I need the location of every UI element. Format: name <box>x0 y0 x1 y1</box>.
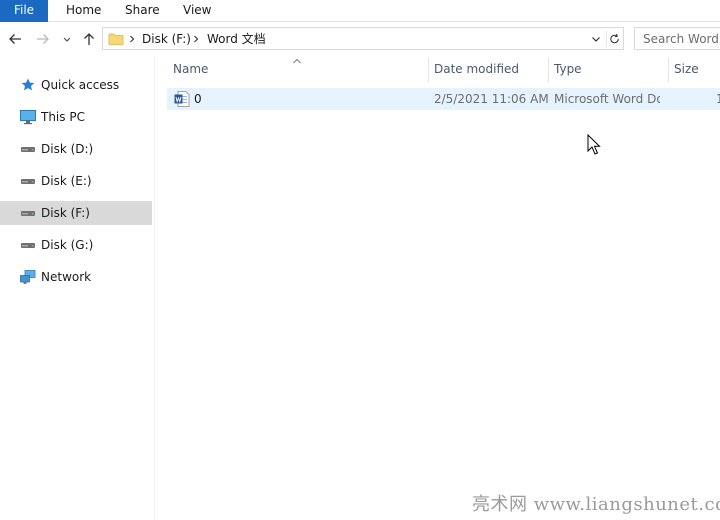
column-header-label: Type <box>554 62 582 76</box>
drive-icon <box>21 179 35 184</box>
word-doc-icon <box>174 91 190 107</box>
site-watermark: 亮术网 www.liangshunet.com <box>472 494 720 515</box>
tab-home[interactable]: Home <box>66 0 101 22</box>
search-box[interactable] <box>634 27 720 50</box>
monitor-icon <box>20 110 36 125</box>
network-icon <box>20 270 36 284</box>
drive-icon <box>21 243 35 248</box>
address-history-chevron-icon[interactable] <box>589 32 603 46</box>
sidebar-item-label: Disk (E:) <box>41 174 92 188</box>
navigation-pane: Quick access This PC Disk (D:) Disk (E:) <box>0 56 155 520</box>
file-type: Microsoft Word Document <box>554 92 660 106</box>
column-header-size[interactable]: Size <box>674 56 720 84</box>
column-header-label: Name <box>173 62 209 76</box>
sidebar-item-label: Disk (G:) <box>41 238 94 252</box>
tab-view[interactable]: View <box>183 0 211 22</box>
tab-share[interactable]: Share <box>125 0 160 22</box>
sidebar-item-network[interactable]: Network <box>0 265 152 289</box>
sidebar-item-label: This PC <box>41 110 85 124</box>
column-header-date-modified[interactable]: Date modified <box>434 56 547 84</box>
sidebar-item-this-pc[interactable]: This PC <box>0 105 152 129</box>
refresh-icon[interactable] <box>606 31 622 47</box>
drive-icon <box>21 211 35 216</box>
search-input[interactable] <box>635 28 720 49</box>
up-arrow-icon[interactable] <box>80 30 98 48</box>
sidebar-item-disk-f[interactable]: Disk (F:) <box>0 201 152 225</box>
breadcrumb-separator-icon[interactable] <box>127 31 137 47</box>
table-row[interactable]: 0 2/5/2021 11:06 AM Microsoft Word Docum… <box>167 88 720 110</box>
column-header-type[interactable]: Type <box>554 56 667 84</box>
address-bar[interactable]: Disk (F:) Word 文档 <box>102 27 624 50</box>
column-divider[interactable] <box>428 58 429 82</box>
sidebar-item-label: Quick access <box>41 78 120 92</box>
recent-locations-chevron-icon[interactable] <box>60 30 74 48</box>
file-size: 1 <box>716 92 720 106</box>
column-header-label: Date modified <box>434 62 520 76</box>
breadcrumb-separator-icon[interactable] <box>191 31 201 47</box>
file-date-modified: 2/5/2021 11:06 AM <box>434 92 549 106</box>
sidebar-item-disk-d[interactable]: Disk (D:) <box>0 137 152 161</box>
file-name: 0 <box>194 92 202 106</box>
navigation-bar: Disk (F:) Word 文档 <box>0 22 720 56</box>
back-arrow-icon[interactable] <box>6 30 24 48</box>
column-header-label: Size <box>674 62 699 76</box>
column-divider[interactable] <box>668 58 669 82</box>
tab-file[interactable]: File <box>0 0 48 22</box>
column-divider[interactable] <box>548 58 549 82</box>
ribbon-tabs: File Home Share View <box>0 0 720 22</box>
file-list-pane: Name Date modified Type Size 0 2/5/2021 … <box>155 56 720 520</box>
mouse-pointer-icon <box>587 134 601 155</box>
star-icon <box>21 78 35 91</box>
sidebar-item-label: Network <box>41 270 92 284</box>
sidebar-item-label: Disk (F:) <box>41 206 90 220</box>
forward-arrow-icon[interactable] <box>34 30 52 48</box>
breadcrumb-disk-f[interactable]: Disk (F:) <box>142 31 191 47</box>
drive-icon <box>21 147 35 152</box>
column-header-name[interactable]: Name <box>173 56 427 84</box>
folder-icon <box>108 33 124 45</box>
sidebar-item-label: Disk (D:) <box>41 142 94 156</box>
sidebar-item-disk-g[interactable]: Disk (G:) <box>0 233 152 257</box>
breadcrumb-word-folder[interactable]: Word 文档 <box>207 31 266 47</box>
sidebar-item-quick-access[interactable]: Quick access <box>0 73 152 97</box>
sidebar-item-disk-e[interactable]: Disk (E:) <box>0 169 152 193</box>
